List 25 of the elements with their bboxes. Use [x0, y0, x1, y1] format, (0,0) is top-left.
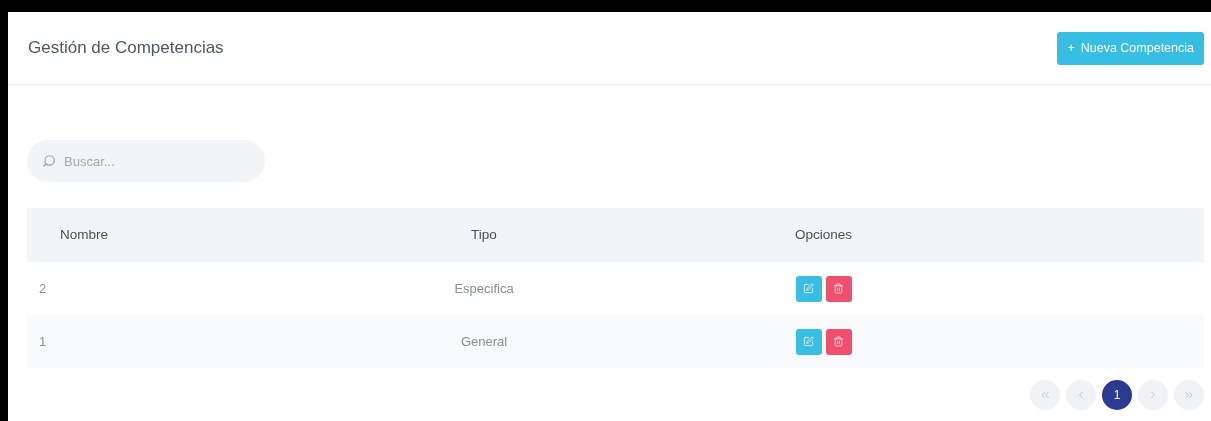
- double-chevron-right-icon: [1183, 389, 1195, 401]
- edit-button[interactable]: [795, 275, 822, 302]
- double-chevron-left-icon: [1039, 389, 1051, 401]
- edit-icon: [803, 336, 814, 347]
- page-title: Gestión de Competencias: [28, 37, 224, 60]
- column-header: Tipo: [470, 225, 498, 244]
- table-cell-text: General: [460, 332, 508, 351]
- previous-page-button[interactable]: [1066, 380, 1096, 410]
- table-cell-text: Especifica: [454, 279, 514, 298]
- delete-button[interactable]: [825, 328, 852, 355]
- last-page-button[interactable]: [1174, 380, 1204, 410]
- first-page-button[interactable]: [1030, 380, 1060, 410]
- table-cell-text: 2: [38, 279, 47, 298]
- next-page-button[interactable]: [1138, 380, 1168, 410]
- trash-icon: [833, 336, 844, 347]
- edit-icon: [803, 283, 814, 294]
- column-header: Opciones: [793, 225, 853, 244]
- search-field[interactable]: Buscar...: [27, 140, 265, 182]
- trash-icon: [833, 283, 844, 294]
- edit-button[interactable]: [795, 328, 822, 355]
- delete-button[interactable]: [825, 275, 852, 302]
- search-icon: [42, 154, 56, 168]
- column-header: Nombre: [59, 225, 109, 244]
- table-cell-text: 1: [38, 332, 47, 351]
- page-button[interactable]: 1: [1102, 380, 1132, 410]
